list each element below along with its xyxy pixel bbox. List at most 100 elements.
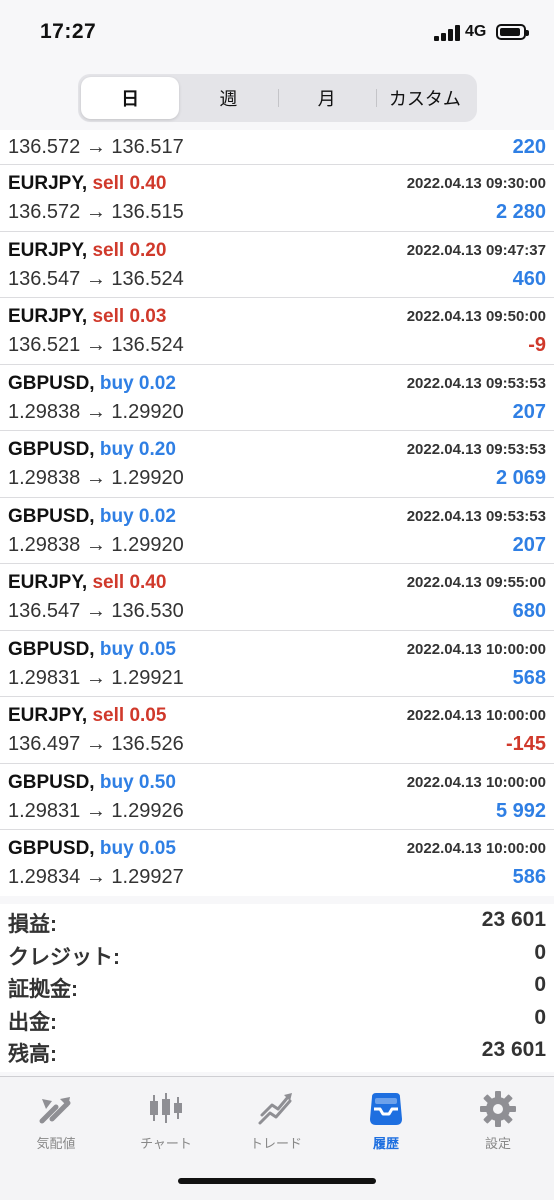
trade-row[interactable]: EURJPY, sell 0.05 2022.04.13 10:00:00 136.… [0,697,554,764]
trade-symbol: GBPUSD, [8,638,95,660]
trade-profit: 2 280 [495,201,546,223]
trade-date: 2022.04.13 09:50:00 [406,308,546,325]
trade-row[interactable]: GBPUSD, buy 0.50 2022.04.13 10:00:00 1.298… [0,764,554,830]
trade-symbol: EURJPY, [8,705,88,726]
trade-symbol: GBPUSD, [8,771,95,793]
trade-row-partial[interactable]: 136.572 → 136.517 220 [0,130,554,165]
trade-date: 2022.04.13 09:53:53 [406,441,546,458]
trade-side: buy 0.05 [99,838,176,859]
trade-prices: 1.29838 → 1.29920 [8,467,184,489]
trade-row[interactable]: EURJPY, sell 0.40 2022.04.13 09:55:00 136.… [0,564,554,631]
tab-settings[interactable]: 設定 [448,1089,548,1159]
trade-profit: 207 [512,533,546,556]
trade-symbol: EURJPY, [8,306,88,327]
trade-profit: 460 [512,267,546,290]
quotes-icon [39,1097,71,1124]
trade-prices: 136.497 → 136.526 [8,733,184,755]
trade-prices: 1.29831 → 1.29921 [8,666,184,689]
trade-prices: 136.572 → 136.517 [8,136,184,158]
trade-row[interactable]: GBPUSD, buy 0.05 2022.04.13 10:00:00 1.298… [0,631,554,697]
summary-row: クレジット: 0 [0,937,554,970]
summary-value: 23 601 [481,908,546,931]
trade-profit: 220 [512,136,546,158]
tab-chart[interactable]: チャート [116,1089,216,1159]
trade-row[interactable]: EURJPY, sell 0.20 2022.04.13 09:47:37 136.… [0,232,554,298]
summary-label: 残高: [8,1043,57,1066]
trade-date: 2022.04.13 10:00:00 [406,773,546,791]
history-icon [370,1093,402,1125]
trade-title: GBPUSD, buy 0.02 [8,373,176,395]
tab-label-trade: トレード [249,1136,302,1151]
network-type: 4G [465,23,487,40]
trade-title: EURJPY, sell 0.03 [8,306,166,328]
trade-row[interactable]: GBPUSD, buy 0.02 2022.04.13 09:53:53 1.298… [0,365,554,431]
trade-symbol: EURJPY, [8,572,88,593]
trade-side: sell 0.03 [92,306,167,327]
summary-label: 出金: [8,1010,57,1034]
trade-icon [258,1093,292,1125]
signal-icon [434,25,460,41]
trade-date: 2022.04.13 09:30:00 [406,175,546,192]
summary-row: 損益: 23 601 [0,904,554,937]
trade-title: EURJPY, sell 0.40 [8,572,166,594]
trade-symbol: EURJPY, [8,173,88,194]
trade-row[interactable]: GBPUSD, buy 0.20 2022.04.13 09:53:53 1.298… [0,431,554,498]
trade-date: 2022.04.13 10:00:00 [406,707,546,724]
tab-label-history: 履歴 [372,1136,399,1151]
trade-profit: 207 [512,400,546,423]
trade-prices: 136.572 → 136.515 [8,201,184,223]
tab-trade[interactable]: トレード [226,1089,326,1159]
summary-value: 0 [534,973,546,996]
summary-value: 0 [534,940,546,964]
trade-profit: 2 069 [495,467,546,489]
home-indicator [178,1178,376,1184]
trade-row[interactable]: EURJPY, sell 0.03 2022.04.13 09:50:00 136.… [0,298,554,365]
trade-symbol: GBPUSD, [8,505,95,527]
trade-title: GBPUSD, buy 0.05 [8,639,176,661]
trade-title: EURJPY, sell 0.05 [8,705,166,727]
trade-date: 2022.04.13 10:00:00 [406,640,546,658]
trade-symbol: EURJPY, [8,239,88,261]
trade-prices: 1.29831 → 1.29926 [8,799,184,822]
status-time: 17:27 [40,20,97,43]
trade-title: GBPUSD, buy 0.05 [8,838,176,860]
trade-symbol: GBPUSD, [8,372,95,394]
trade-prices: 1.29838 → 1.29920 [8,400,184,423]
trade-title: EURJPY, sell 0.20 [8,240,166,262]
segment-week[interactable]: 週 [179,77,277,119]
trade-history-list[interactable]: 136.572 → 136.517 220 EURJPY, sell 0.40 2… [0,130,554,896]
trade-side: buy 0.20 [99,439,176,460]
trade-side: sell 0.20 [92,239,167,261]
summary-label: 損益: [8,913,57,936]
trade-side: buy 0.50 [99,771,176,793]
trade-prices: 136.521 → 136.524 [8,334,184,356]
tab-history[interactable]: 履歴 [336,1089,436,1159]
chart-icon [150,1093,182,1123]
segment-custom[interactable]: カスタム [375,77,474,119]
trade-title: EURJPY, sell 0.40 [8,173,166,195]
tab-label-chart: チャート [140,1136,192,1151]
tab-label-settings: 設定 [484,1136,511,1151]
account-summary: 損益: 23 601 クレジット: 0 証拠金: 0 出金: 0 残高: 23 601 [0,904,554,1072]
trade-row[interactable]: EURJPY, sell 0.40 2022.04.13 09:30:00 136.… [0,165,554,232]
trade-symbol: GBPUSD, [8,838,95,859]
trade-row[interactable]: GBPUSD, buy 0.05 2022.04.13 10:00:00 1.298… [0,830,554,896]
trade-title: GBPUSD, buy 0.50 [8,772,176,794]
trade-profit: 586 [512,866,546,888]
summary-label: クレジット: [8,945,120,969]
trade-row[interactable]: GBPUSD, buy 0.02 2022.04.13 09:53:53 1.298… [0,498,554,564]
trade-side: buy 0.05 [99,638,176,660]
segment-day[interactable]: 日 [81,77,180,119]
trade-side: buy 0.02 [99,372,176,394]
trade-date: 2022.04.13 09:53:53 [406,374,546,392]
trade-title: GBPUSD, buy 0.20 [8,439,176,461]
summary-row: 証拠金: 0 [0,969,554,1002]
trade-date: 2022.04.13 09:53:53 [406,507,546,525]
trade-date: 2022.04.13 09:55:00 [406,574,546,591]
tab-quotes[interactable]: 気配値 [6,1089,106,1159]
segment-month[interactable]: 月 [277,77,376,119]
tab-label-quotes: 気配値 [36,1136,76,1151]
status-bar: 17:27 4G [0,0,554,68]
summary-value: 23 601 [481,1038,546,1061]
trade-side: sell 0.05 [92,705,167,726]
